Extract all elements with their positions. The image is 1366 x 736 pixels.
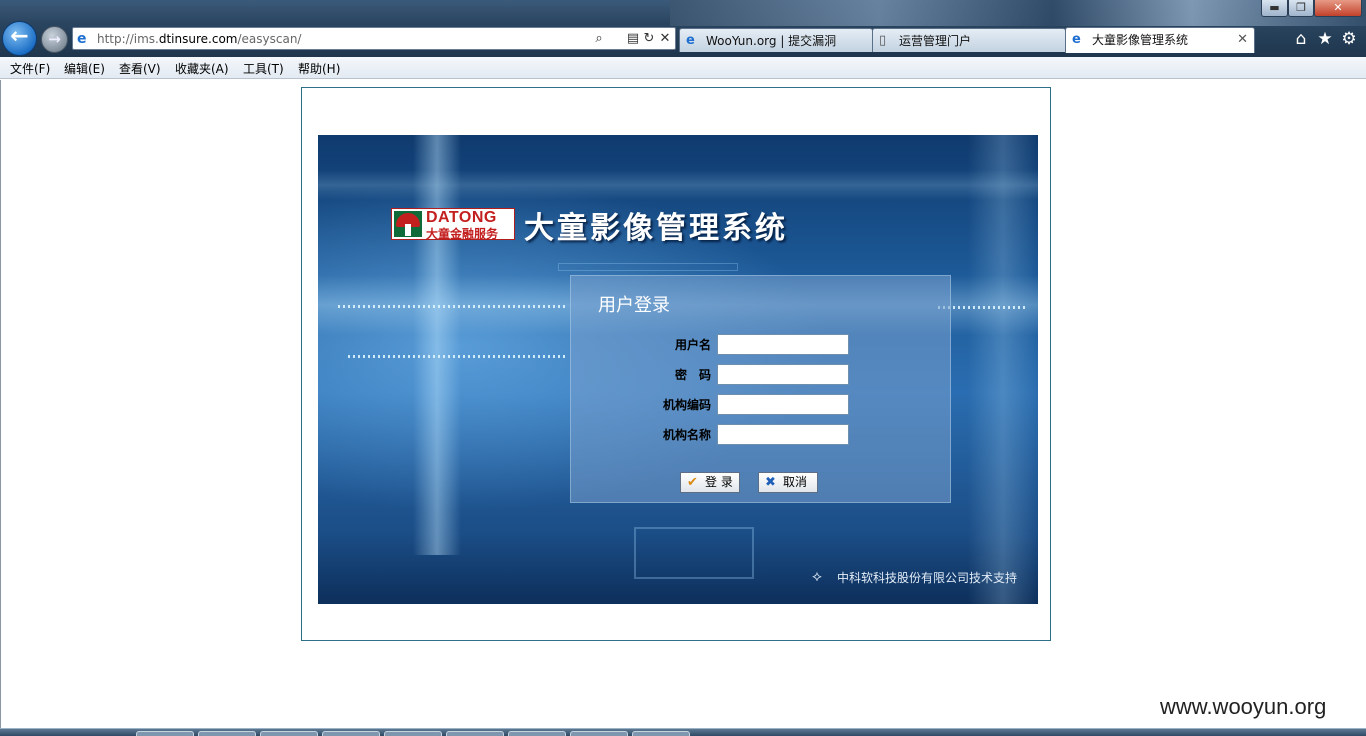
page-viewport: DATONG 大童金融服务 大童影像管理系统 用户登录 用户名 密 码 机构编码… — [0, 80, 1366, 728]
home-icon[interactable]: ⌂ — [1290, 28, 1312, 50]
login-button[interactable]: ✔ 登 录 — [680, 472, 740, 493]
forward-button[interactable]: → — [41, 26, 68, 53]
username-input[interactable] — [717, 334, 849, 355]
arrow-right-icon: → — [48, 30, 61, 48]
browser-chrome: ▬ ❐ ✕ ← → e http://ims.dtinsure.com/easy… — [0, 0, 1366, 57]
search-icon[interactable]: ⌕ — [591, 30, 607, 48]
maximize-button[interactable]: ❐ — [1288, 0, 1314, 17]
sinosoft-logo-icon: ⟡ — [812, 567, 822, 585]
page-icon: ▯ — [879, 33, 887, 48]
org-code-label: 机构编码 — [662, 398, 711, 412]
light-beam-vertical — [968, 135, 1038, 604]
menu-bar: 文件(F) 编辑(E) 查看(V) 收藏夹(A) 工具(T) 帮助(H) — [0, 57, 1366, 79]
compatibility-view-icon[interactable]: ▤ — [625, 30, 641, 48]
logo-text-cn: 大童金融服务 — [426, 227, 499, 241]
login-banner: DATONG 大童金融服务 大童影像管理系统 用户登录 用户名 密 码 机构编码… — [318, 135, 1038, 604]
taskbar-item[interactable] — [136, 731, 194, 736]
tab-wooyun[interactable]: e WooYun.org | 提交漏洞 — [679, 28, 873, 52]
close-window-button[interactable]: ✕ — [1314, 0, 1362, 17]
taskbar-item[interactable] — [632, 731, 690, 736]
datong-logo-mark — [394, 211, 422, 237]
org-code-input[interactable] — [717, 394, 849, 415]
username-label: 用户名 — [674, 338, 711, 352]
org-name-label: 机构名称 — [662, 428, 711, 442]
watermark: www.wooyun.org — [1160, 694, 1327, 719]
menu-edit[interactable]: 编辑(E) — [64, 60, 105, 77]
password-label: 密 码 — [674, 368, 711, 382]
menu-view[interactable]: 查看(V) — [119, 60, 161, 77]
taskbar-item[interactable] — [384, 731, 442, 736]
tools-gear-icon[interactable]: ⚙ — [1338, 28, 1360, 50]
system-title: 大童影像管理系统 — [524, 211, 788, 246]
login-title: 用户登录 — [598, 295, 670, 316]
dotted-light-line — [938, 306, 1028, 309]
decorative-square — [558, 263, 738, 271]
ie-icon: e — [686, 33, 695, 48]
tab-imaging-system[interactable]: e 大童影像管理系统 ✕ — [1065, 27, 1255, 53]
taskbar-item[interactable] — [198, 731, 256, 736]
address-bar[interactable]: e http://ims.dtinsure.com/easyscan/ ⌕ ▤ … — [72, 27, 676, 50]
taskbar-item[interactable] — [322, 731, 380, 736]
menu-help[interactable]: 帮助(H) — [298, 60, 340, 77]
light-beam-horizontal — [318, 170, 1038, 200]
menu-file[interactable]: 文件(F) — [10, 60, 50, 77]
address-url[interactable]: http://ims.dtinsure.com/easyscan/ — [97, 32, 301, 46]
password-input[interactable] — [717, 364, 849, 385]
taskbar-item[interactable] — [446, 731, 504, 736]
taskbar-item[interactable] — [508, 731, 566, 736]
cross-icon: ✖ — [765, 475, 776, 490]
taskbar-item[interactable] — [570, 731, 628, 736]
checkmark-icon: ✔ — [687, 475, 698, 490]
taskbar-item[interactable] — [260, 731, 318, 736]
menu-tools[interactable]: 工具(T) — [243, 60, 284, 77]
ie-icon: e — [1072, 32, 1081, 47]
login-panel: 用户登录 用户名 密 码 机构编码 机构名称 ✔ 登 录 ✖ 取消 — [570, 275, 951, 503]
back-button[interactable]: ← — [2, 21, 37, 56]
refresh-icon[interactable]: ↻ — [641, 30, 657, 48]
cancel-button[interactable]: ✖ 取消 — [758, 472, 818, 493]
decorative-square — [634, 527, 754, 579]
dotted-light-line — [338, 305, 568, 308]
arrow-left-icon: ← — [10, 24, 29, 49]
favorites-star-icon[interactable]: ★ — [1314, 28, 1336, 50]
close-tab-icon[interactable]: ✕ — [1237, 29, 1248, 51]
tab-operations-portal[interactable]: ▯ 运营管理门户 — [872, 28, 1066, 52]
dotted-light-line — [348, 355, 568, 358]
menu-favorites[interactable]: 收藏夹(A) — [175, 60, 229, 77]
org-name-input[interactable] — [717, 424, 849, 445]
ie-icon: e — [77, 31, 87, 47]
datong-logo: DATONG 大童金融服务 — [391, 208, 515, 241]
minimize-button[interactable]: ▬ — [1261, 0, 1288, 17]
stop-icon[interactable]: ✕ — [657, 30, 673, 48]
